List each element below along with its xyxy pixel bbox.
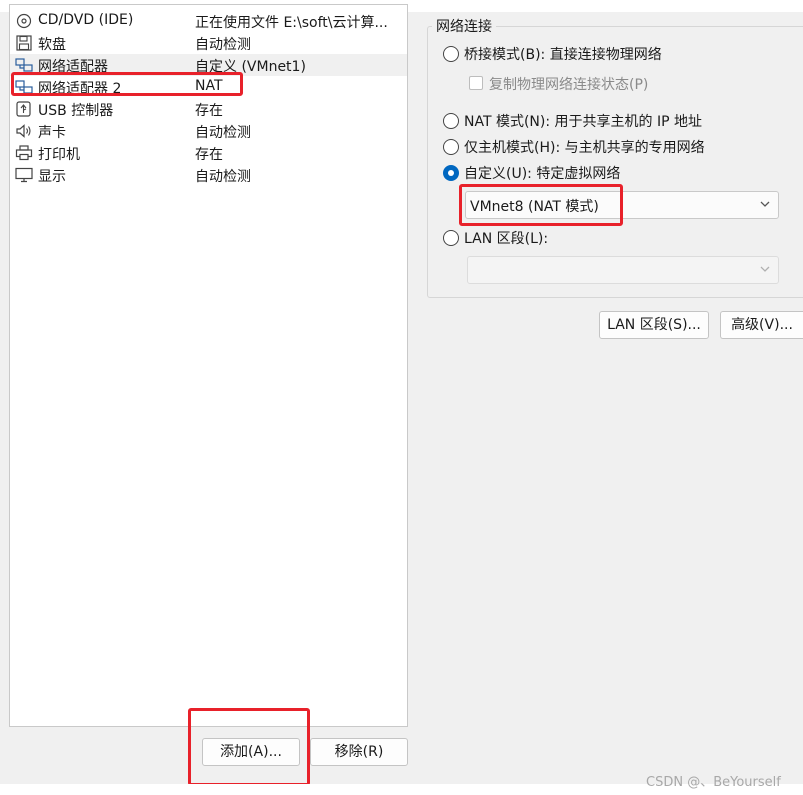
bridged-label[interactable]: 桥接模式(B): 直接连接物理网络	[464, 44, 662, 64]
watermark: CSDN @、BeYourself	[646, 775, 781, 790]
device-summary: 存在	[195, 147, 223, 163]
device-summary: 存在	[195, 103, 223, 119]
speaker-icon	[15, 123, 33, 139]
network-connection-title: 网络连接	[432, 16, 496, 36]
annotation-box-vmnet8	[459, 184, 623, 226]
nat-label[interactable]: NAT 模式(N): 用于共享主机的 IP 地址	[464, 111, 702, 131]
network-adapter-icon	[15, 57, 33, 73]
device-summary: 自动检测	[195, 169, 251, 185]
device-row-sound[interactable]: 声卡 自动检测	[10, 120, 407, 142]
cd-icon	[15, 13, 33, 29]
device-name: 软盘	[38, 37, 66, 53]
device-name: 打印机	[38, 147, 80, 163]
custom-label[interactable]: 自定义(U): 特定虚拟网络	[464, 163, 620, 183]
device-summary: 自动检测	[195, 125, 251, 141]
chevron-down-icon	[760, 201, 770, 207]
printer-icon	[15, 145, 33, 161]
device-name: USB 控制器	[38, 103, 114, 119]
device-summary: 自动检测	[195, 37, 251, 53]
lan-segment-radio[interactable]	[443, 230, 459, 246]
lan-segment-label[interactable]: LAN 区段(L):	[464, 228, 548, 248]
lan-segment-select[interactable]	[467, 256, 779, 284]
annotation-box-adapter-2	[11, 72, 243, 96]
device-row-printer[interactable]: 打印机 存在	[10, 142, 407, 164]
remove-button[interactable]: 移除(R)	[310, 738, 408, 766]
monitor-icon	[15, 167, 33, 183]
replicate-state-label: 复制物理网络连接状态(P)	[489, 77, 649, 93]
device-name: 显示	[38, 169, 66, 185]
bridged-radio[interactable]	[443, 46, 459, 62]
chevron-down-icon	[760, 266, 770, 272]
device-row-cd-dvd[interactable]: CD/DVD (IDE) 正在使用文件 E:\soft\云计算...	[10, 10, 407, 32]
custom-radio[interactable]	[443, 165, 459, 181]
radio-selected-dot	[448, 170, 454, 176]
device-row-usb[interactable]: USB 控制器 存在	[10, 98, 407, 120]
host-only-radio[interactable]	[443, 139, 459, 155]
device-list[interactable]: CD/DVD (IDE) 正在使用文件 E:\soft\云计算... 软盘 自动…	[9, 4, 408, 727]
lan-segments-button[interactable]: LAN 区段(S)...	[599, 311, 709, 339]
device-name: CD/DVD (IDE)	[38, 12, 134, 28]
usb-icon	[15, 101, 33, 117]
device-row-floppy[interactable]: 软盘 自动检测	[10, 32, 407, 54]
device-row-display[interactable]: 显示 自动检测	[10, 164, 407, 186]
device-summary: 正在使用文件 E:\soft\云计算...	[195, 15, 388, 31]
host-only-label[interactable]: 仅主机模式(H): 与主机共享的专用网络	[464, 137, 705, 157]
nat-radio[interactable]	[443, 113, 459, 129]
replicate-state-checkbox[interactable]	[469, 76, 483, 90]
device-name: 声卡	[38, 125, 66, 141]
advanced-button[interactable]: 高级(V)...	[720, 311, 803, 339]
floppy-icon	[15, 35, 33, 51]
annotation-box-add-button	[188, 708, 310, 786]
